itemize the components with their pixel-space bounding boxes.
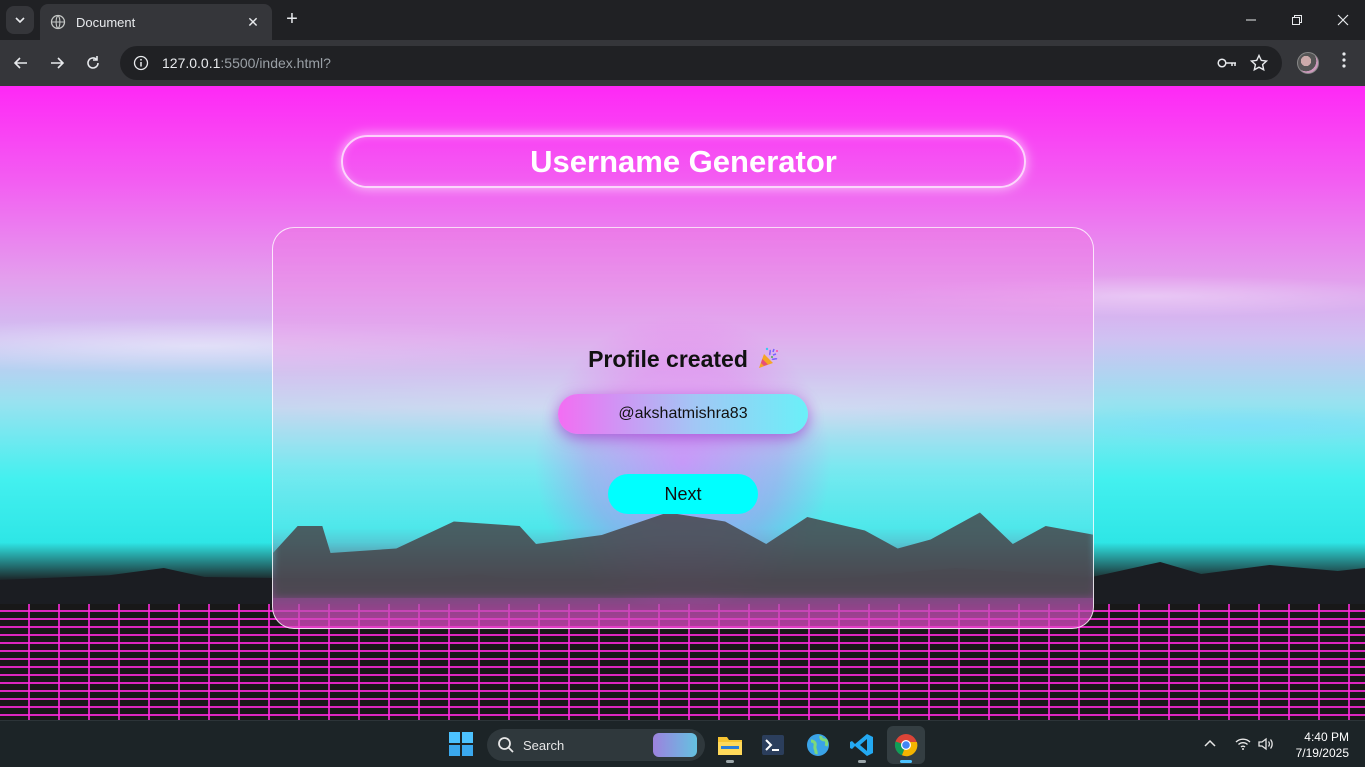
profile-avatar[interactable] xyxy=(1297,52,1319,74)
search-icon xyxy=(498,737,514,753)
arrow-left-icon xyxy=(13,57,27,69)
back-button[interactable] xyxy=(8,50,34,76)
next-button[interactable]: Next xyxy=(608,474,758,514)
url-path: :5500/index.html? xyxy=(220,55,331,71)
page-viewport: Username Generator Profile created @aksh… xyxy=(0,86,1365,720)
generated-username: @akshatmishra83 xyxy=(558,394,808,434)
site-info-icon[interactable] xyxy=(132,54,150,72)
tab-title: Document xyxy=(76,14,136,30)
taskbar-search[interactable]: Search xyxy=(487,729,705,761)
minimize-icon xyxy=(1246,19,1256,21)
volume-icon[interactable] xyxy=(1258,737,1274,751)
browser-menu-button[interactable] xyxy=(1334,52,1354,74)
clock-date: 7/19/2025 xyxy=(1295,746,1349,760)
forward-button[interactable] xyxy=(44,50,70,76)
tab-search-button[interactable] xyxy=(6,6,34,34)
windows-taskbar: Search 4:40 PM 7/19/2025 xyxy=(0,720,1365,767)
password-key-icon[interactable] xyxy=(1216,52,1238,74)
party-popper-icon xyxy=(758,347,778,368)
browser-toolbar: 127.0.0.1:5500/index.html? xyxy=(0,40,1365,86)
reload-button[interactable] xyxy=(80,50,106,76)
search-placeholder: Search xyxy=(523,737,565,753)
file-explorer-app[interactable] xyxy=(711,726,749,764)
globe-icon xyxy=(50,14,66,30)
chrome-icon xyxy=(894,734,918,757)
minimize-button[interactable] xyxy=(1228,0,1274,40)
result-card: Profile created @akshatmishra83 Next xyxy=(272,227,1094,629)
arrow-right-icon xyxy=(51,57,65,69)
close-tab-icon[interactable]: ✕ xyxy=(244,14,262,31)
terminal-icon xyxy=(762,735,784,755)
browser-tab-bar: Document ✕ + xyxy=(0,0,1365,40)
more-vert-icon xyxy=(1342,52,1346,68)
chevron-down-icon xyxy=(15,17,25,23)
address-bar[interactable]: 127.0.0.1:5500/index.html? xyxy=(120,46,1282,80)
active-tab[interactable]: Document ✕ xyxy=(40,4,272,40)
url-text: 127.0.0.1:5500/index.html? xyxy=(162,55,1206,71)
windows-start-icon[interactable] xyxy=(449,732,473,756)
restore-button[interactable] xyxy=(1274,0,1320,40)
running-indicator xyxy=(900,760,912,763)
close-window-button[interactable] xyxy=(1320,0,1365,40)
url-host: 127.0.0.1 xyxy=(162,55,221,71)
page-title: Username Generator xyxy=(341,135,1026,188)
running-indicator xyxy=(726,760,734,763)
new-tab-button[interactable]: + xyxy=(280,8,304,32)
reload-icon xyxy=(87,56,99,69)
folder-icon xyxy=(718,737,742,755)
vscode-app[interactable] xyxy=(843,726,881,764)
status-text: Profile created xyxy=(588,346,748,372)
globe-app-icon xyxy=(807,734,829,756)
vscode-icon xyxy=(850,734,873,756)
status-heading: Profile created xyxy=(273,346,1093,373)
clock-time: 4:40 PM xyxy=(1304,730,1349,744)
close-icon xyxy=(1337,14,1349,26)
powershell-app[interactable] xyxy=(754,726,792,764)
bookmark-star-icon[interactable] xyxy=(1248,52,1270,74)
running-indicator xyxy=(858,760,866,763)
search-highlight-image xyxy=(653,733,697,757)
chrome-app[interactable] xyxy=(887,726,925,764)
chevron-up-icon[interactable] xyxy=(1204,739,1216,747)
web-app[interactable] xyxy=(799,726,837,764)
wifi-icon[interactable] xyxy=(1235,738,1251,750)
restore-icon xyxy=(1292,15,1302,25)
system-clock[interactable]: 4:40 PM 7/19/2025 xyxy=(1285,729,1349,761)
card-blurred-skyline xyxy=(273,512,1093,598)
